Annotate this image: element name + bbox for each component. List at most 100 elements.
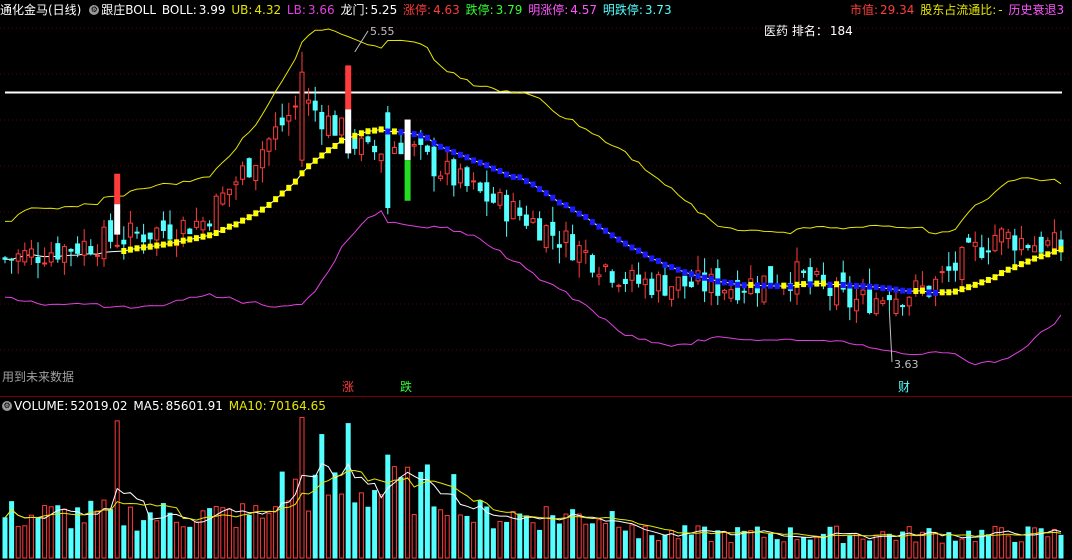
volume-bar — [728, 542, 734, 559]
trend-dot — [959, 286, 965, 293]
candle-body — [1025, 245, 1031, 249]
stock-name[interactable]: 通化金马(日线) — [0, 3, 81, 17]
candle-body — [75, 243, 81, 254]
candle-body — [1038, 236, 1044, 253]
candle-body — [741, 290, 747, 293]
candle-body — [517, 207, 523, 216]
ming-dieting-label: 明跌停: — [602, 3, 643, 17]
candle-body — [226, 188, 232, 196]
volume-bar — [405, 466, 411, 559]
candle-body — [365, 136, 371, 143]
settings-icon[interactable]: ⚙ — [89, 4, 100, 15]
volume-bar — [94, 510, 100, 559]
lb-value: 3.66 — [307, 3, 335, 17]
candle-body — [589, 255, 595, 273]
trend-dot — [187, 236, 193, 243]
candle-body — [622, 278, 628, 285]
trend-dot — [702, 274, 708, 281]
volume-bar — [319, 434, 325, 559]
trend-dot — [603, 227, 609, 234]
volume-bar — [840, 543, 846, 559]
volume-bar — [649, 535, 655, 559]
volume-bar — [121, 525, 127, 559]
volume-bar — [1032, 527, 1038, 559]
candle-body — [213, 195, 219, 234]
volume-bar — [946, 532, 952, 559]
trend-dot — [688, 271, 694, 278]
trend-dot — [807, 281, 813, 288]
candle-body — [959, 246, 965, 281]
indicator-label[interactable]: 跟庄BOLL — [101, 3, 156, 17]
trend-dot — [589, 219, 595, 226]
history-label: 历史衰退3 — [1008, 3, 1065, 17]
volume-header: ⚙ VOLUME: 52019.02 MA5: 85601.91 MA10: 70164… — [0, 398, 328, 414]
candle-body — [187, 228, 193, 235]
volume-bar — [873, 534, 879, 559]
volume-bar — [61, 508, 67, 559]
volume-bar — [906, 526, 912, 559]
trend-dot — [497, 168, 503, 175]
volume-bar — [358, 492, 364, 559]
volume-settings-icon[interactable]: ⚙ — [2, 400, 12, 411]
trend-dot — [121, 248, 127, 255]
volume-bar — [550, 515, 556, 559]
candle-body — [55, 243, 61, 260]
candle-body — [167, 224, 173, 240]
volume-bar — [273, 506, 279, 559]
zhangting-value: 4.63 — [433, 3, 460, 17]
candle-body — [946, 266, 952, 271]
trend-dot — [1032, 255, 1038, 262]
volume-bar — [411, 514, 417, 559]
boll-label: BOLL: — [161, 3, 197, 17]
trend-dot — [490, 165, 496, 172]
candle-body — [609, 271, 615, 283]
lb-label: LB: — [286, 3, 306, 17]
candle-body — [913, 280, 919, 290]
candle-body — [1045, 240, 1051, 246]
candle-body — [68, 248, 74, 252]
candle-body — [391, 147, 397, 154]
trend-dot — [484, 162, 490, 169]
trend-dot — [273, 196, 279, 203]
candle-body — [510, 201, 516, 220]
volume-bar — [721, 530, 727, 559]
trend-dot — [754, 282, 760, 289]
trend-dot — [444, 146, 450, 153]
candle-body — [444, 160, 450, 175]
volume-chart[interactable] — [0, 396, 1072, 560]
trend-dot — [906, 288, 912, 295]
candle-body — [919, 285, 925, 289]
volume-bar — [312, 474, 318, 559]
trend-dot — [662, 261, 668, 268]
cai-marker[interactable]: 财 — [898, 379, 910, 395]
trend-dot — [378, 126, 384, 133]
candle-body — [141, 234, 147, 243]
trend-dot — [523, 178, 529, 185]
candle-body — [372, 145, 378, 153]
price-chart[interactable] — [0, 0, 1072, 396]
trend-dot — [127, 246, 133, 253]
trend-dot — [339, 137, 345, 144]
trend-dot — [774, 283, 780, 290]
volume-bar — [81, 522, 87, 559]
volume-bar — [28, 514, 34, 559]
volume-bar — [471, 521, 477, 559]
trend-dot — [154, 242, 160, 249]
candle-body — [134, 231, 140, 234]
volume-bar — [22, 525, 28, 559]
trend-dot — [629, 244, 635, 251]
candle-body — [332, 115, 338, 136]
ub-label: UB: — [231, 3, 253, 17]
signal-bar — [404, 119, 411, 161]
trend-dot — [972, 281, 978, 288]
volume-bar — [801, 536, 807, 559]
candle-body — [827, 287, 833, 296]
candle-body — [35, 257, 41, 264]
volume-bar — [583, 523, 589, 559]
candle-body — [424, 145, 430, 152]
volume-bar — [662, 534, 668, 559]
trend-dot — [913, 287, 919, 294]
trend-dot — [853, 283, 859, 290]
ma5-value: 85601.91 — [165, 399, 223, 413]
candle-body — [114, 244, 120, 247]
